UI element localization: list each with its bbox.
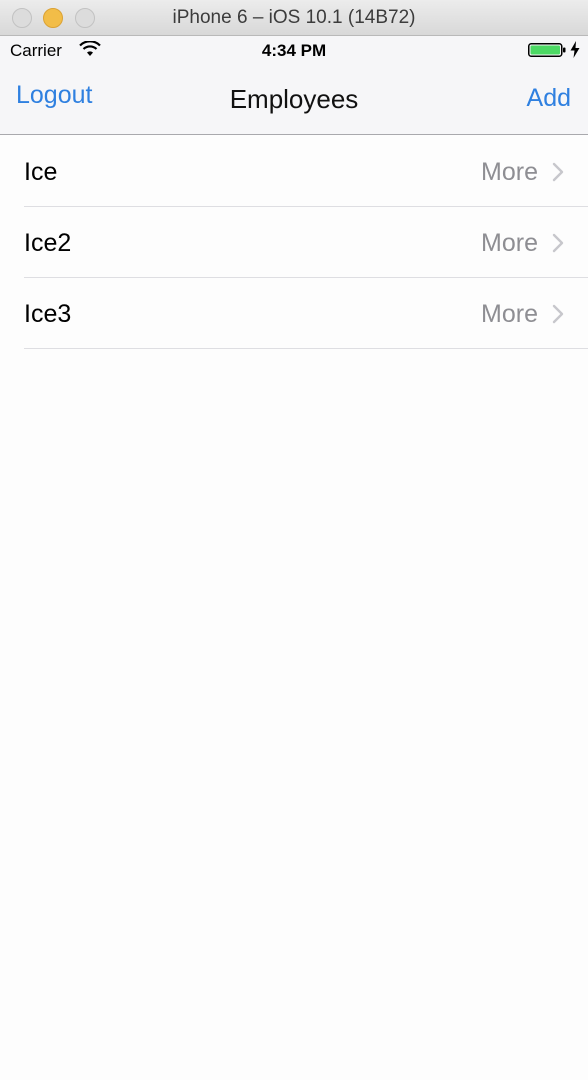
employee-name: Ice bbox=[24, 158, 58, 186]
employee-name: Ice2 bbox=[24, 229, 72, 257]
navigation-bar: Logout Employees Add bbox=[0, 64, 588, 135]
status-bar: Carrier 4:34 PM bbox=[0, 36, 588, 64]
table-row[interactable]: Ice2 More bbox=[0, 207, 588, 278]
table-row[interactable]: Ice More bbox=[0, 136, 588, 207]
more-detail-label: More bbox=[481, 229, 538, 257]
table-row[interactable]: Ice3 More bbox=[0, 278, 588, 349]
charging-bolt-icon bbox=[570, 41, 580, 58]
chevron-right-icon bbox=[552, 233, 564, 253]
employee-name: Ice3 bbox=[24, 300, 72, 328]
window-title: iPhone 6 – iOS 10.1 (14B72) bbox=[172, 7, 416, 28]
more-detail-label: More bbox=[481, 158, 538, 186]
status-time: 4:34 PM bbox=[261, 41, 327, 60]
battery-icon bbox=[528, 43, 566, 57]
more-detail-label: More bbox=[481, 300, 538, 328]
chevron-right-icon bbox=[552, 162, 564, 182]
window-titlebar: iPhone 6 – iOS 10.1 (14B72) bbox=[0, 0, 588, 36]
employee-list: Ice More Ice2 More Ice3 More bbox=[0, 136, 588, 349]
page-title: Employees bbox=[229, 84, 359, 114]
add-button[interactable]: Add bbox=[527, 84, 571, 113]
chevron-right-icon bbox=[552, 304, 564, 324]
